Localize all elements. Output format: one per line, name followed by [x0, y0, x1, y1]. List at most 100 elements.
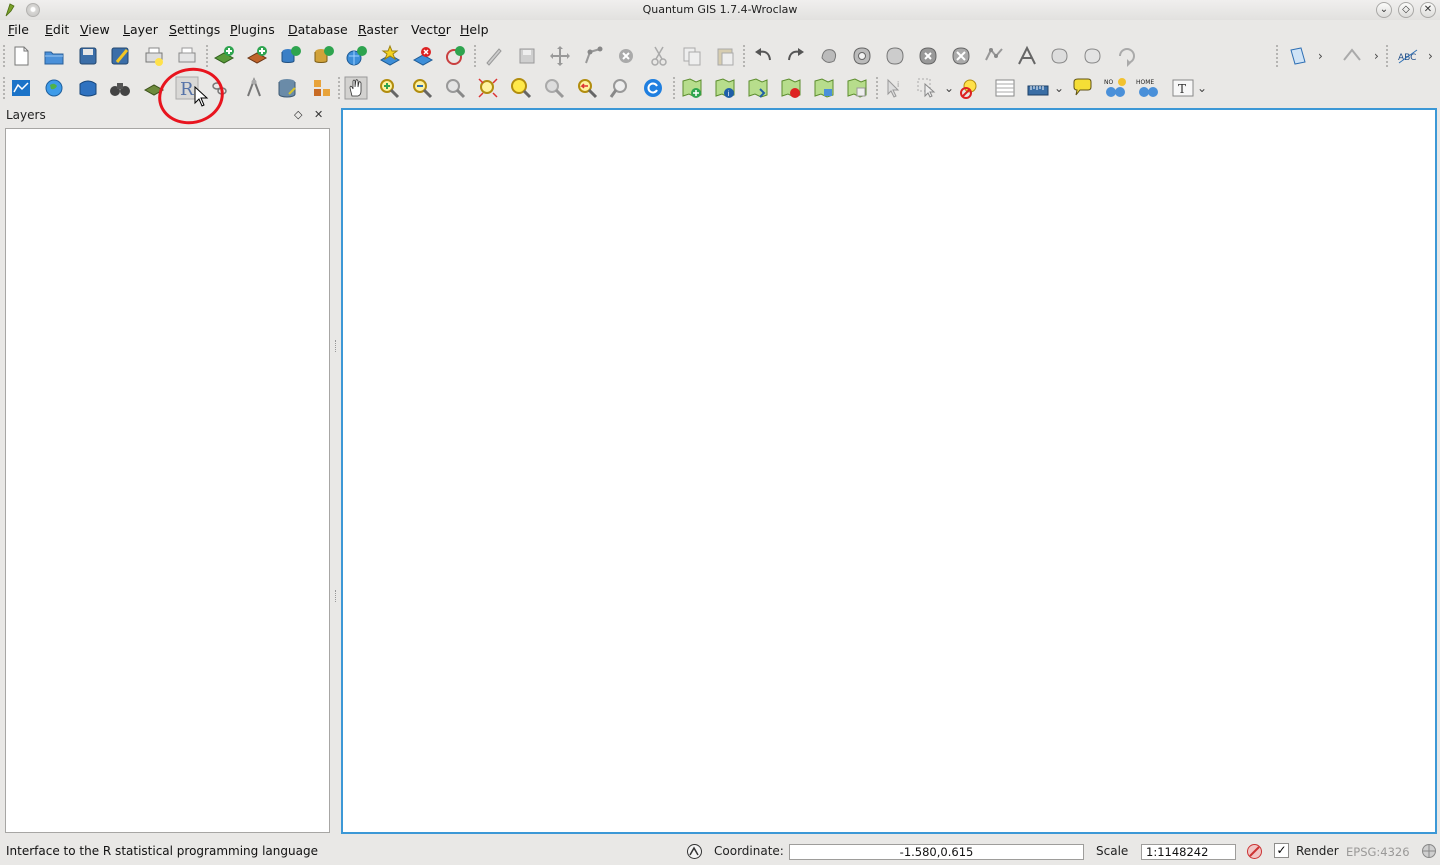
- pan-map-icon[interactable]: [344, 76, 368, 100]
- add-ring-icon[interactable]: [850, 44, 874, 68]
- zoom-last-icon[interactable]: [575, 76, 599, 100]
- map-tips-info-icon[interactable]: i: [713, 76, 737, 100]
- measure-dropdown-chevron[interactable]: ⌄: [1054, 81, 1064, 95]
- select-features-icon[interactable]: [915, 76, 939, 100]
- render-checkbox[interactable]: ✓: [1274, 843, 1289, 858]
- merge-attributes-icon[interactable]: [1081, 44, 1105, 68]
- globe-icon[interactable]: [42, 76, 66, 100]
- postgis-manager-icon[interactable]: [76, 76, 100, 100]
- redo-icon[interactable]: [784, 44, 808, 68]
- toolbar-extension-chevron[interactable]: ›: [1374, 49, 1379, 63]
- delete-part-icon[interactable]: [949, 44, 973, 68]
- open-project-icon[interactable]: [42, 44, 66, 68]
- new-bookmark-icon[interactable]: NO: [1103, 76, 1127, 100]
- coordinate-field[interactable]: -1.580,0.615: [789, 844, 1084, 860]
- attribute-table-icon[interactable]: [993, 76, 1017, 100]
- add-vector-layer-icon[interactable]: [212, 44, 236, 68]
- split-features-icon[interactable]: [1015, 44, 1039, 68]
- toolbar-grip[interactable]: [206, 45, 209, 67]
- paste-features-icon[interactable]: [713, 44, 737, 68]
- zoom-actual-size-icon[interactable]: [443, 76, 467, 100]
- rotate-point-symbols-icon[interactable]: [1114, 44, 1138, 68]
- menu-database[interactable]: Database: [288, 22, 348, 37]
- crs-status[interactable]: EPSG:4326: [1346, 845, 1410, 859]
- simplify-feature-icon[interactable]: [817, 44, 841, 68]
- dock-splitter-handle[interactable]: [335, 590, 338, 602]
- toolbar-grip[interactable]: [1276, 45, 1279, 67]
- annotation-dropdown-chevron[interactable]: ⌄: [1197, 81, 1207, 95]
- delete-selected-icon[interactable]: [614, 44, 638, 68]
- save-as-icon[interactable]: [108, 44, 132, 68]
- reshape-features-icon[interactable]: [982, 44, 1006, 68]
- identify-features-icon[interactable]: i: [882, 76, 906, 100]
- label-tool-icon[interactable]: ABC: [1396, 44, 1420, 68]
- select-dropdown-chevron[interactable]: ⌄: [944, 81, 954, 95]
- save-edits-icon[interactable]: [515, 44, 539, 68]
- delete-ring-icon[interactable]: [916, 44, 940, 68]
- toolbar-extension-chevron[interactable]: ›: [1318, 49, 1323, 63]
- projection-globe-icon[interactable]: [1421, 843, 1437, 859]
- toolbar-grip[interactable]: [3, 45, 6, 67]
- menu-file[interactable]: File: [8, 22, 29, 37]
- deselect-features-icon[interactable]: [958, 76, 982, 100]
- new-print-composer-icon[interactable]: [142, 44, 166, 68]
- zoom-to-selection-icon[interactable]: [542, 76, 566, 100]
- hierarchy-tool-icon[interactable]: [310, 76, 334, 100]
- map-canvas[interactable]: [341, 108, 1437, 834]
- toolbar-extension-chevron[interactable]: ›: [1428, 49, 1433, 63]
- zoom-next-icon[interactable]: [608, 76, 632, 100]
- menu-raster[interactable]: Raster: [358, 22, 398, 37]
- zoom-to-layer-icon[interactable]: [509, 76, 533, 100]
- menu-layer[interactable]: Layer: [123, 22, 158, 37]
- python-plugin-icon[interactable]: [1286, 44, 1310, 68]
- merge-features-icon[interactable]: [1048, 44, 1072, 68]
- coordinate-toggle-icon[interactable]: [686, 843, 703, 860]
- dock-close-button[interactable]: ✕: [314, 108, 323, 121]
- map-export-icon[interactable]: [812, 76, 836, 100]
- move-feature-icon[interactable]: [548, 44, 572, 68]
- close-button[interactable]: ✕: [1420, 2, 1436, 18]
- dock-float-button[interactable]: ◇: [294, 108, 302, 121]
- add-raster-layer-icon[interactable]: [245, 44, 269, 68]
- save-project-icon[interactable]: [76, 44, 100, 68]
- binoculars-icon[interactable]: [108, 76, 132, 100]
- map-tips-icon[interactable]: [1070, 76, 1094, 100]
- map-delete-icon[interactable]: [779, 76, 803, 100]
- map-tips-new-icon[interactable]: [680, 76, 704, 100]
- digitizing-tools-icon[interactable]: [1340, 44, 1364, 68]
- minimize-button[interactable]: ⌄: [1376, 2, 1392, 18]
- measure-line-icon[interactable]: [1026, 76, 1050, 100]
- add-wfs-layer-icon[interactable]: [443, 44, 467, 68]
- toolbar-grip[interactable]: [3, 77, 6, 99]
- menu-settings[interactable]: Settings: [169, 22, 220, 37]
- zoom-full-icon[interactable]: [476, 76, 500, 100]
- dock-splitter-handle[interactable]: [335, 340, 338, 352]
- stop-rendering-icon[interactable]: [1246, 843, 1263, 860]
- maximize-button[interactable]: ◇: [1398, 2, 1414, 18]
- text-annotation-icon[interactable]: T: [1171, 76, 1195, 100]
- toolbar-grip[interactable]: [338, 77, 341, 99]
- menu-edit[interactable]: Edit: [45, 22, 69, 37]
- menu-view[interactable]: View: [80, 22, 110, 37]
- undo-icon[interactable]: [751, 44, 775, 68]
- map-layers-icon[interactable]: [845, 76, 869, 100]
- toolbar-grip[interactable]: [1386, 45, 1389, 67]
- menu-vector[interactable]: Vector: [411, 22, 451, 37]
- show-bookmarks-icon[interactable]: HOME: [1136, 76, 1160, 100]
- toggle-editing-icon[interactable]: [482, 44, 506, 68]
- zoom-out-icon[interactable]: [410, 76, 434, 100]
- georeferencer-icon[interactable]: [242, 76, 266, 100]
- node-tool-icon[interactable]: [581, 44, 605, 68]
- new-project-icon[interactable]: [9, 44, 33, 68]
- toolbar-grip[interactable]: [743, 45, 746, 67]
- add-postgis-layer-icon[interactable]: [278, 44, 302, 68]
- scale-field[interactable]: 1:1148242: [1141, 844, 1236, 860]
- add-spatialite-layer-icon[interactable]: [311, 44, 335, 68]
- database-icon[interactable]: [275, 76, 299, 100]
- composer-manager-icon[interactable]: [175, 44, 199, 68]
- toolbar-grip[interactable]: [474, 45, 477, 67]
- refresh-icon[interactable]: [641, 76, 665, 100]
- map-bookmark-icon[interactable]: [746, 76, 770, 100]
- zoom-in-icon[interactable]: [377, 76, 401, 100]
- cut-features-icon[interactable]: [647, 44, 671, 68]
